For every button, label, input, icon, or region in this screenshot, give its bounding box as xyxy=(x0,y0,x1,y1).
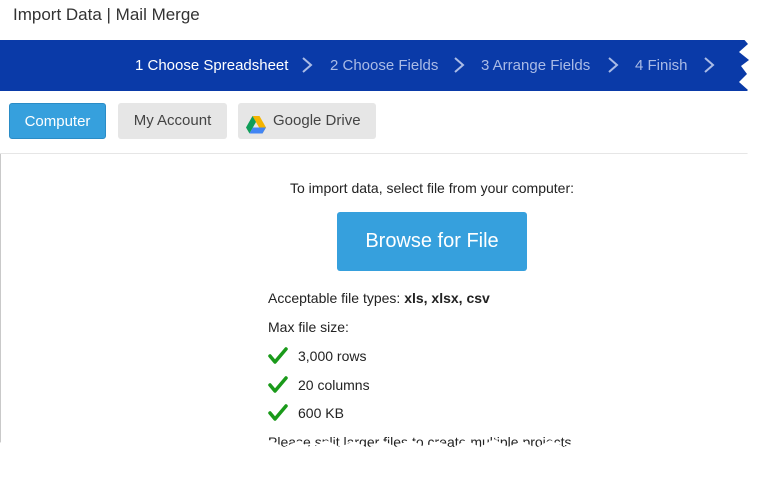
checkmark-icon xyxy=(268,347,288,365)
file-types-line: Acceptable file types: xls, xlsx, csv xyxy=(268,290,490,306)
screenshot-frame: Import Data | Mail Merge 1 Choose Spread… xyxy=(0,0,768,478)
file-types-value: xls, xlsx, csv xyxy=(404,290,490,306)
step-arrange-fields[interactable]: 3 Arrange Fields xyxy=(481,57,590,74)
file-types-label: Acceptable file types: xyxy=(268,290,401,306)
upload-panel: To import data, select file from your co… xyxy=(0,154,750,450)
tab-google-drive-label: Google Drive xyxy=(273,112,361,129)
browse-file-button[interactable]: Browse for File xyxy=(337,212,527,271)
chevron-right-icon xyxy=(452,56,466,74)
title-bar: Import Data | Mail Merge xyxy=(0,0,750,40)
limit-rows: 3,000 rows xyxy=(298,348,367,364)
chevron-right-icon xyxy=(702,56,716,74)
limit-columns: 20 columns xyxy=(298,377,370,393)
split-files-note: Please split larger files to create mult… xyxy=(268,434,576,450)
checkmark-icon xyxy=(268,404,288,422)
chevron-right-icon xyxy=(300,56,314,74)
limit-size: 600 KB xyxy=(298,405,344,421)
source-tabs: Computer My Account Google Drive xyxy=(0,91,750,154)
checkmark-icon xyxy=(268,376,288,394)
import-dialog: Import Data | Mail Merge 1 Choose Spread… xyxy=(0,0,750,450)
chevron-right-icon xyxy=(606,56,620,74)
step-finish[interactable]: 4 Finish xyxy=(635,57,688,74)
wizard-steps: 1 Choose Spreadsheet 2 Choose Fields 3 A… xyxy=(0,40,750,91)
import-instruction: To import data, select file from your co… xyxy=(290,180,574,196)
step-choose-fields[interactable]: 2 Choose Fields xyxy=(330,57,438,74)
window-title: Import Data | Mail Merge xyxy=(13,5,200,24)
tab-computer[interactable]: Computer xyxy=(9,103,106,139)
google-drive-icon xyxy=(246,112,266,148)
tab-my-account[interactable]: My Account xyxy=(118,103,227,139)
max-size-label: Max file size: xyxy=(268,319,349,335)
tab-google-drive[interactable]: Google Drive xyxy=(238,103,376,139)
step-choose-spreadsheet[interactable]: 1 Choose Spreadsheet xyxy=(135,57,288,74)
